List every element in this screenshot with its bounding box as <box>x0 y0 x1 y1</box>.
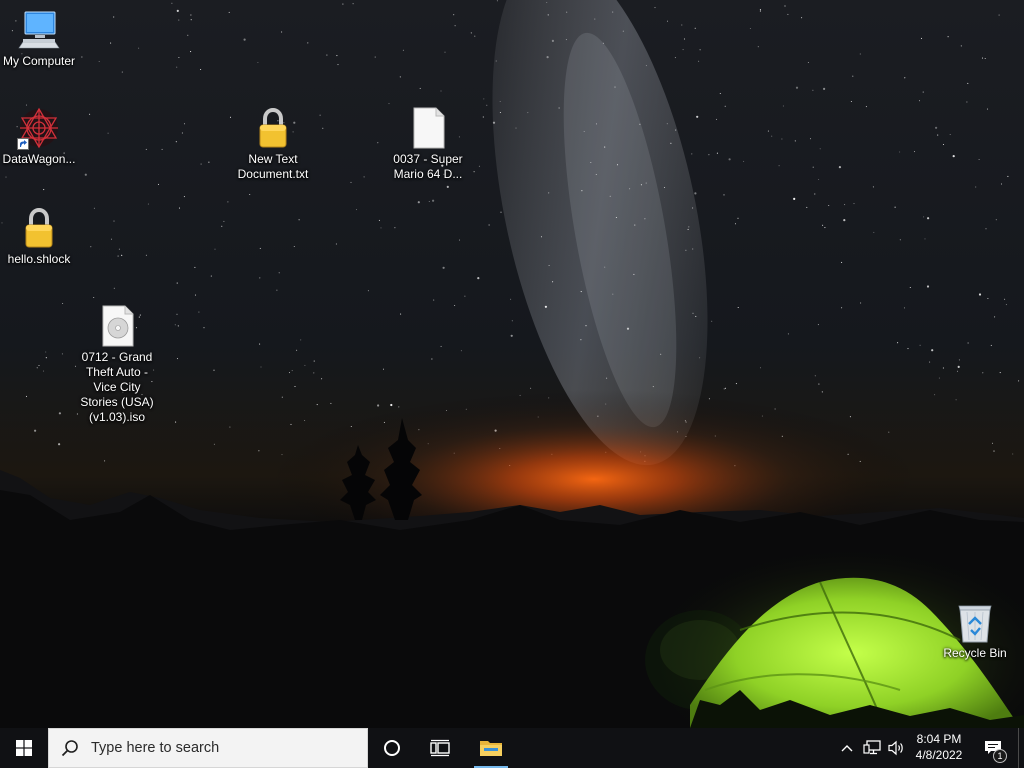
network-icon <box>863 740 881 756</box>
desktop-icon-label: DataWagon... <box>2 152 76 166</box>
desktop-icon-label: 0712 - Grand Theft Auto - Vice City Stor… <box>80 350 154 424</box>
windows-logo-icon <box>16 740 32 756</box>
blank-file-icon <box>406 106 450 150</box>
desktop-icon-label: New Text Document.txt <box>237 152 309 181</box>
desktop-icon-label: Recycle Bin <box>943 646 1007 660</box>
notification-count-badge: 1 <box>993 749 1007 763</box>
desktop-icon-datawagon[interactable]: DataWagon... <box>0 106 81 167</box>
clock-date: 4/8/2022 <box>915 748 963 762</box>
clock-time: 8:04 PM <box>916 732 962 746</box>
disc-image-file-icon <box>95 304 139 348</box>
padlock-icon <box>17 206 61 250</box>
desktop-icon-new-text-document[interactable]: New Text Document.txt <box>231 106 315 182</box>
show-hidden-icons-button[interactable] <box>836 728 858 768</box>
desktop-icon-gta-vcs-iso[interactable]: 0712 - Grand Theft Auto - Vice City Stor… <box>75 304 159 425</box>
start-button[interactable] <box>0 728 48 768</box>
desktop-icon-recycle-bin[interactable]: Recycle Bin <box>933 600 1017 661</box>
padlock-icon <box>251 106 295 150</box>
search-placeholder: Type here to search <box>91 740 220 756</box>
datawagon-logo-icon <box>17 106 61 150</box>
task-view-icon <box>430 739 450 757</box>
speaker-icon <box>887 740 905 756</box>
file-explorer-taskbar-button[interactable] <box>468 728 514 768</box>
desktop-icon-hello-shlock[interactable]: hello.shlock <box>0 206 81 267</box>
chevron-up-icon <box>841 744 853 752</box>
desktop-icon-label: My Computer <box>2 54 76 68</box>
folder-icon <box>479 738 503 758</box>
show-desktop-button[interactable] <box>1018 728 1024 768</box>
taskbar-search-box[interactable]: Type here to search <box>48 728 368 768</box>
volume-tray-button[interactable] <box>884 728 908 768</box>
taskbar: Type here to search 8:04 PM 4/8/2022 1 <box>0 728 1024 768</box>
cortana-circle-icon <box>383 739 401 757</box>
shortcut-arrow-icon <box>17 138 29 150</box>
task-view-button[interactable] <box>418 728 462 768</box>
desktop-icon-my-computer[interactable]: My Computer <box>0 8 81 69</box>
search-icon <box>61 739 79 757</box>
recycle-bin-icon <box>953 600 997 644</box>
desktop-icon-label: 0037 - Super Mario 64 D... <box>393 152 463 181</box>
taskbar-clock[interactable]: 8:04 PM 4/8/2022 <box>910 731 968 765</box>
computer-icon <box>17 8 61 52</box>
desktop-icon-super-mario-64[interactable]: 0037 - Super Mario 64 D... <box>386 106 470 182</box>
desktop[interactable]: My Computer DataWagon... hello.shlock 07… <box>0 0 1024 768</box>
action-center-button[interactable]: 1 <box>978 728 1008 768</box>
network-tray-button[interactable] <box>860 728 884 768</box>
cortana-button[interactable] <box>370 728 414 768</box>
desktop-icon-label: hello.shlock <box>7 252 71 266</box>
